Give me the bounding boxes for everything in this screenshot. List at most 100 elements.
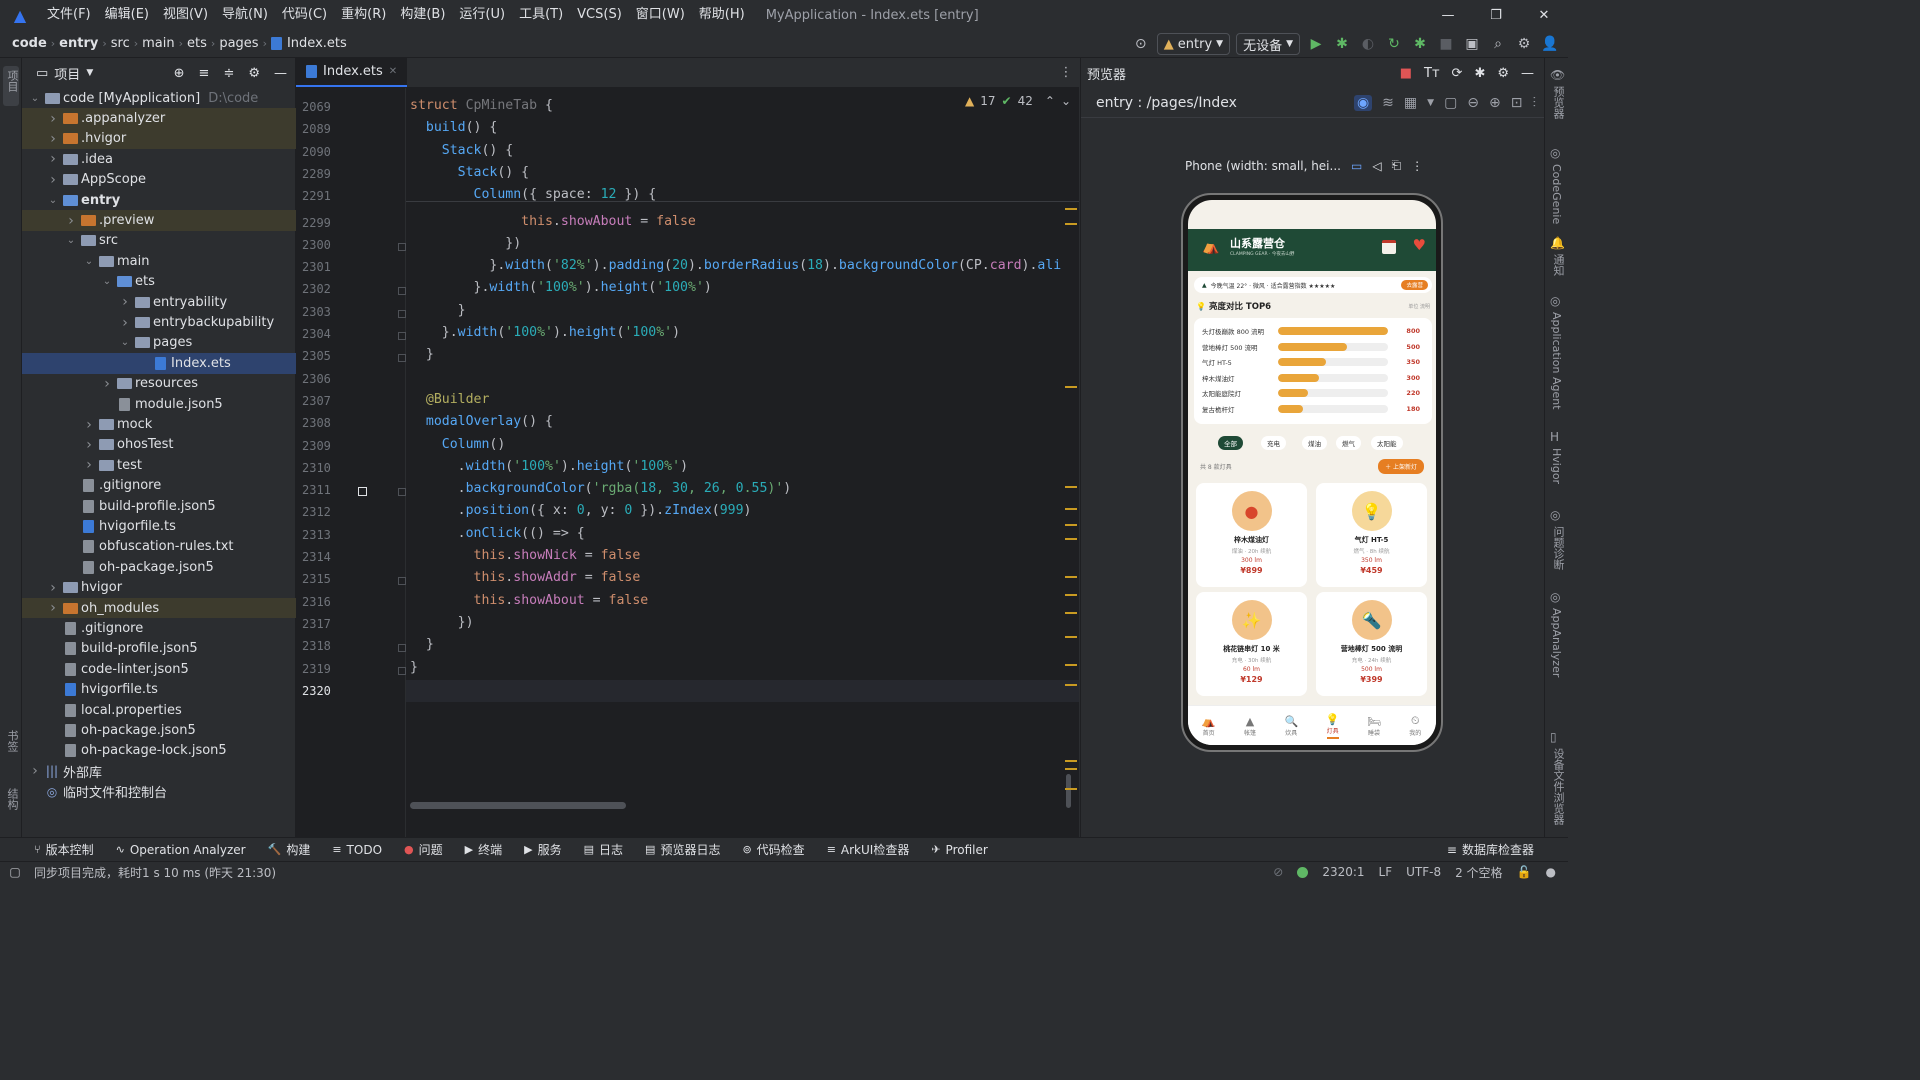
- tree-item[interactable]: › AppScope: [22, 170, 296, 190]
- menu-item[interactable]: 窗口(W): [629, 0, 692, 30]
- reload-icon[interactable]: ↻: [1384, 34, 1404, 54]
- bottom-tool-5[interactable]: ▶ 终端: [465, 841, 502, 858]
- right-strip-icon[interactable]: ◎: [1550, 146, 1560, 160]
- status-message[interactable]: 同步项目完成，耗时1 s 10 ms (昨天 21:30): [34, 864, 276, 881]
- menu-item[interactable]: 文件(F): [40, 0, 98, 30]
- line-separator[interactable]: LF: [1379, 865, 1393, 879]
- stripe-mark[interactable]: [1065, 684, 1077, 686]
- left-strip-structure[interactable]: 结构: [4, 788, 20, 810]
- target-icon[interactable]: ⊙: [1131, 34, 1151, 54]
- chevron-right-icon[interactable]: ›: [46, 151, 60, 167]
- right-strip-label[interactable]: 预览器: [1550, 86, 1566, 119]
- left-strip-project[interactable]: 项目: [4, 70, 20, 92]
- right-strip-label[interactable]: CodeGenie: [1550, 164, 1563, 224]
- menu-item[interactable]: 构建(B): [393, 0, 452, 30]
- fold-icon[interactable]: [398, 242, 406, 251]
- stripe-mark[interactable]: [1065, 612, 1077, 614]
- code-line[interactable]: Stack() {: [410, 143, 513, 158]
- status-ok-icon[interactable]: [1297, 866, 1309, 878]
- stop-preview-icon[interactable]: ■: [1400, 66, 1412, 81]
- code-line[interactable]: Column({ space: 12 }) {: [410, 187, 657, 202]
- code-line[interactable]: .backgroundColor('rgba(18, 30, 26, 0.55)…: [410, 481, 792, 496]
- tree-item[interactable]: code-linter.json5: [22, 659, 296, 679]
- tree-item[interactable]: › entryability: [22, 292, 296, 312]
- bottom-tool-7[interactable]: ▤ 日志: [584, 841, 623, 858]
- stripe-mark[interactable]: [1065, 664, 1077, 666]
- tree-item[interactable]: ⌄ ets: [22, 272, 296, 292]
- gear-icon[interactable]: ⚙: [248, 66, 260, 81]
- calendar-icon[interactable]: [1382, 240, 1396, 254]
- fold-icon[interactable]: [398, 287, 406, 296]
- device-select[interactable]: 无设备 ▼: [1236, 33, 1300, 55]
- hide-panel-icon[interactable]: —: [274, 66, 287, 81]
- stripe-mark[interactable]: [1065, 208, 1077, 210]
- code-line[interactable]: }.width('100%').height('100%'): [410, 280, 712, 295]
- category-chip[interactable]: 燃气: [1336, 436, 1361, 450]
- bottom-tool-3[interactable]: ≡ TODO: [332, 843, 382, 857]
- breadcrumb-item[interactable]: Index.ets: [270, 36, 347, 51]
- tree-item[interactable]: › hvigor: [22, 578, 296, 598]
- tree-item[interactable]: › entrybackupability: [22, 312, 296, 332]
- tree-item[interactable]: › .preview: [22, 210, 296, 231]
- chevron-down-icon[interactable]: ⌄: [100, 276, 114, 287]
- tree-item[interactable]: › resources: [22, 374, 296, 394]
- chevron-right-icon[interactable]: ›: [82, 417, 96, 433]
- tab-index-ets[interactable]: Index.ets ✕: [296, 57, 408, 87]
- chevron-down-icon[interactable]: ▼: [1427, 98, 1434, 108]
- fold-icon[interactable]: [398, 666, 406, 675]
- database-inspector-button[interactable]: ≡ 数据库检查器: [1447, 841, 1534, 858]
- search-icon[interactable]: ⌕: [1488, 34, 1508, 54]
- tree-item[interactable]: ◎ 临时文件和控制台: [22, 782, 296, 802]
- panel-toggle-icon[interactable]: ▢: [0, 865, 30, 879]
- code-line[interactable]: .width('100%').height('100%'): [410, 459, 688, 474]
- chevron-up-icon[interactable]: ⌃: [1045, 94, 1055, 108]
- notifications-icon[interactable]: ●: [1546, 865, 1556, 879]
- bottom-tool-4[interactable]: ● 问题: [404, 841, 443, 858]
- more-icon[interactable]: ⋮: [1411, 159, 1423, 173]
- tree-item[interactable]: › .idea: [22, 149, 296, 169]
- project-view-select[interactable]: 项目: [54, 64, 80, 83]
- close-button[interactable]: ✕: [1520, 0, 1568, 30]
- code-line[interactable]: }.width('100%').height('100%'): [410, 325, 680, 340]
- category-chip[interactable]: 煤油: [1302, 436, 1327, 450]
- tree-item[interactable]: build-profile.json5: [22, 496, 296, 516]
- settings-icon[interactable]: ⚙: [1514, 34, 1534, 54]
- bottom-tool-8[interactable]: ▤ 预览器日志: [645, 841, 720, 858]
- weather-banner[interactable]: ▲ 今晚气温 22° · 微风 · 适合露营指数 ★★★★★ 去露营: [1194, 277, 1432, 293]
- chevron-right-icon[interactable]: ›: [46, 600, 60, 616]
- debug-preview-icon[interactable]: ✱: [1474, 66, 1485, 81]
- nav-tab[interactable]: ⏲ 我的: [1400, 714, 1430, 737]
- profile-icon[interactable]: ◐: [1358, 34, 1378, 54]
- left-strip-bookmarks[interactable]: 书签: [4, 730, 20, 752]
- right-strip-icon[interactable]: 🔔: [1550, 236, 1565, 250]
- ruler-icon[interactable]: ⫶: [1533, 95, 1537, 111]
- code-line[interactable]: this.showAbout = false: [410, 214, 696, 229]
- layers-icon[interactable]: ≋: [1382, 95, 1394, 111]
- code-line[interactable]: }.width('82%').padding(20).borderRadius(…: [410, 258, 1061, 273]
- chevron-right-icon[interactable]: ›: [82, 437, 96, 453]
- menu-item[interactable]: 工具(T): [512, 0, 570, 30]
- category-chip[interactable]: 全部: [1218, 436, 1243, 450]
- code-line[interactable]: }: [410, 347, 434, 362]
- code-line[interactable]: }: [410, 303, 466, 318]
- code-line[interactable]: struct CpMineTab {: [410, 98, 553, 113]
- file-encoding[interactable]: UTF-8: [1406, 865, 1441, 879]
- chevron-right-icon[interactable]: ›: [46, 111, 60, 127]
- nav-tab[interactable]: 🔍 炊具: [1276, 715, 1306, 737]
- fold-icon[interactable]: [398, 332, 406, 340]
- right-strip-icon[interactable]: ◎: [1550, 590, 1560, 604]
- right-strip-label[interactable]: 问题诊断: [1550, 526, 1566, 570]
- chevron-right-icon[interactable]: ›: [118, 315, 132, 331]
- caret-position[interactable]: 2320:1: [1322, 865, 1364, 879]
- chevron-right-icon[interactable]: ›: [100, 376, 114, 392]
- code-line[interactable]: }): [410, 236, 521, 251]
- right-strip-icon[interactable]: ◎: [1550, 508, 1560, 522]
- tree-item[interactable]: › ohosTest: [22, 435, 296, 455]
- stripe-mark[interactable]: [1065, 508, 1077, 510]
- bottom-tool-11[interactable]: ✈ Profiler: [931, 843, 987, 857]
- chevron-right-icon[interactable]: ›: [118, 294, 132, 310]
- run-config-select[interactable]: ▲ entry ▼: [1156, 33, 1231, 55]
- attach-debugger-icon[interactable]: ✱: [1410, 34, 1430, 54]
- right-strip-icon[interactable]: H: [1550, 430, 1559, 444]
- stripe-mark[interactable]: [1065, 486, 1077, 488]
